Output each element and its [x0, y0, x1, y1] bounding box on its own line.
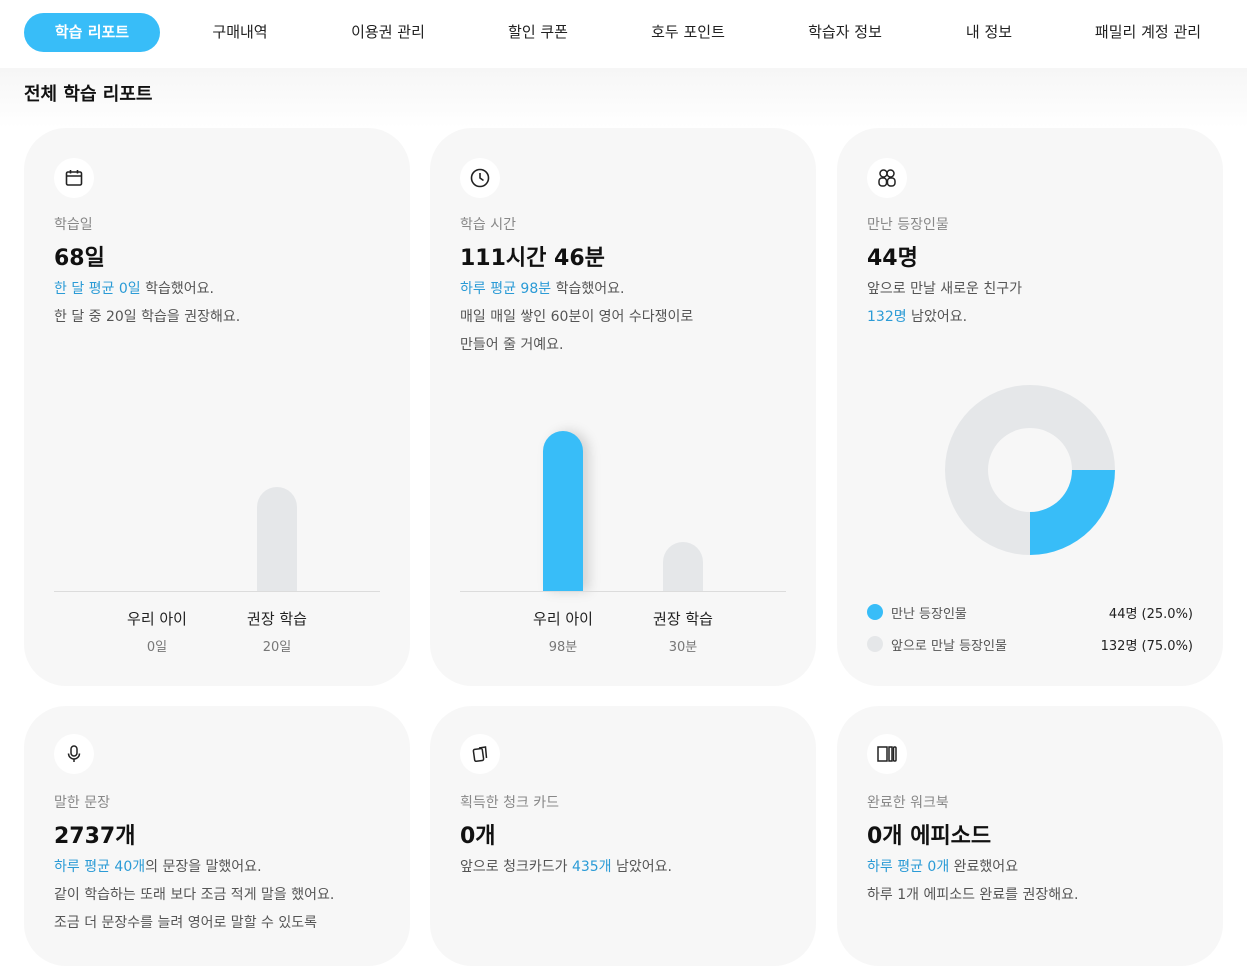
legend-name: 앞으로 만날 등장인물	[891, 639, 1007, 654]
card-desc-line1: 하루 평균 0개 완료했어요	[867, 859, 1019, 875]
legend-value: 44명 (25.0%)	[1108, 607, 1193, 622]
bar-label-recommended: 권장 학습	[653, 610, 713, 628]
card-label: 학습일	[54, 217, 93, 233]
legend-dot-met	[867, 604, 883, 620]
card-value: 0개 에피소드	[867, 824, 992, 849]
card-value: 44명	[867, 246, 918, 271]
card-value: 0개	[460, 824, 496, 849]
legend-remaining: 앞으로 만날 등장인물 132명 (75.0%)	[867, 634, 1193, 654]
tab-hodoo-point[interactable]: 호두 포인트	[638, 13, 738, 52]
bar-recommended	[257, 487, 297, 591]
card-desc-line1: 앞으로 만날 새로운 친구가	[867, 281, 1023, 297]
cards-icon	[460, 734, 500, 774]
legend-name: 만난 등장인물	[891, 607, 967, 622]
card-desc-line2: 같이 학습하는 또래 보다 조금 적게 말을 했어요.	[54, 887, 335, 903]
sentences-card: 말한 문장 2737개 하루 평균 40개의 문장을 말했어요. 같이 학습하는…	[24, 706, 410, 966]
card-desc-line2: 매일 매일 쌓인 60분이 영어 수다쟁이로	[460, 309, 694, 325]
card-label: 만난 등장인물	[867, 217, 949, 233]
bar-value-our-child: 0일	[146, 640, 168, 655]
study-days-card: 학습일 68일 한 달 평균 0일 학습했어요. 한 달 중 20일 학습을 권…	[24, 128, 410, 686]
subheader-band	[0, 68, 1247, 128]
tab-my-info[interactable]: 내 정보	[950, 13, 1028, 52]
page-title: 전체 학습 리포트	[24, 84, 153, 105]
donut-hole	[988, 428, 1072, 512]
chart-baseline	[54, 591, 380, 592]
card-desc-line2: 하루 1개 에피소드 완료를 권장해요.	[867, 887, 1079, 903]
bar-label-recommended: 권장 학습	[247, 610, 307, 628]
tab-family-account[interactable]: 패밀리 계정 관리	[1082, 13, 1214, 52]
bar-value-recommended: 20일	[262, 640, 292, 655]
card-desc-line2: 한 달 중 20일 학습을 권장해요.	[54, 309, 241, 325]
top-nav: 학습 리포트 구매내역 이용권 관리 할인 쿠폰 호두 포인트 학습자 정보 내…	[0, 0, 1247, 68]
donut-chart	[945, 385, 1115, 555]
card-value: 111시간 46분	[460, 246, 605, 271]
microphone-icon	[54, 734, 94, 774]
card-desc-line1: 한 달 평균 0일 학습했어요.	[54, 281, 214, 297]
bar-value-our-child: 98분	[548, 640, 578, 655]
bar-value-recommended: 30분	[668, 640, 698, 655]
card-desc-line3: 조금 더 문장수를 늘려 영어로 말할 수 있도록	[54, 915, 317, 931]
clock-icon	[460, 158, 500, 198]
chart-baseline	[460, 591, 786, 592]
calendar-icon	[54, 158, 94, 198]
tab-discount-coupon[interactable]: 할인 쿠폰	[494, 13, 582, 52]
legend-met: 만난 등장인물 44명 (25.0%)	[867, 602, 1193, 622]
bar-our-child	[543, 431, 583, 591]
study-time-card: 학습 시간 111시간 46분 하루 평균 98분 학습했어요. 매일 매일 쌓…	[430, 128, 816, 686]
tab-purchase-history[interactable]: 구매내역	[192, 13, 288, 52]
legend-value: 132명 (75.0%)	[1100, 639, 1193, 654]
tab-study-report[interactable]: 학습 리포트	[24, 13, 160, 52]
tab-learner-info[interactable]: 학습자 정보	[795, 13, 895, 52]
chunk-cards-card: 획득한 청크 카드 0개 앞으로 청크카드가 435개 남았어요.	[430, 706, 816, 966]
card-desc-line1: 하루 평균 40개의 문장을 말했어요.	[54, 859, 262, 875]
card-desc-line1: 앞으로 청크카드가 435개 남았어요.	[460, 859, 672, 875]
tab-pass-management[interactable]: 이용권 관리	[338, 13, 438, 52]
card-value: 2737개	[54, 824, 136, 849]
card-desc-line3: 만들어 줄 거예요.	[460, 337, 564, 353]
bar-label-our-child: 우리 아이	[127, 610, 187, 628]
workbook-icon	[867, 734, 907, 774]
legend-dot-remaining	[867, 636, 883, 652]
card-label: 완료한 워크북	[867, 795, 949, 811]
workbook-card: 완료한 워크북 0개 에피소드 하루 평균 0개 완료했어요 하루 1개 에피소…	[837, 706, 1223, 966]
characters-card: 만난 등장인물 44명 앞으로 만날 새로운 친구가 132명 남았어요. 만난…	[837, 128, 1223, 686]
bar-recommended	[663, 542, 703, 591]
characters-icon	[867, 158, 907, 198]
card-value: 68일	[54, 246, 105, 271]
card-label: 획득한 청크 카드	[460, 795, 560, 811]
card-label: 말한 문장	[54, 795, 110, 811]
card-label: 학습 시간	[460, 217, 516, 233]
card-desc-line1: 하루 평균 98분 학습했어요.	[460, 281, 625, 297]
bar-label-our-child: 우리 아이	[533, 610, 593, 628]
card-desc-line2: 132명 남았어요.	[867, 309, 968, 325]
